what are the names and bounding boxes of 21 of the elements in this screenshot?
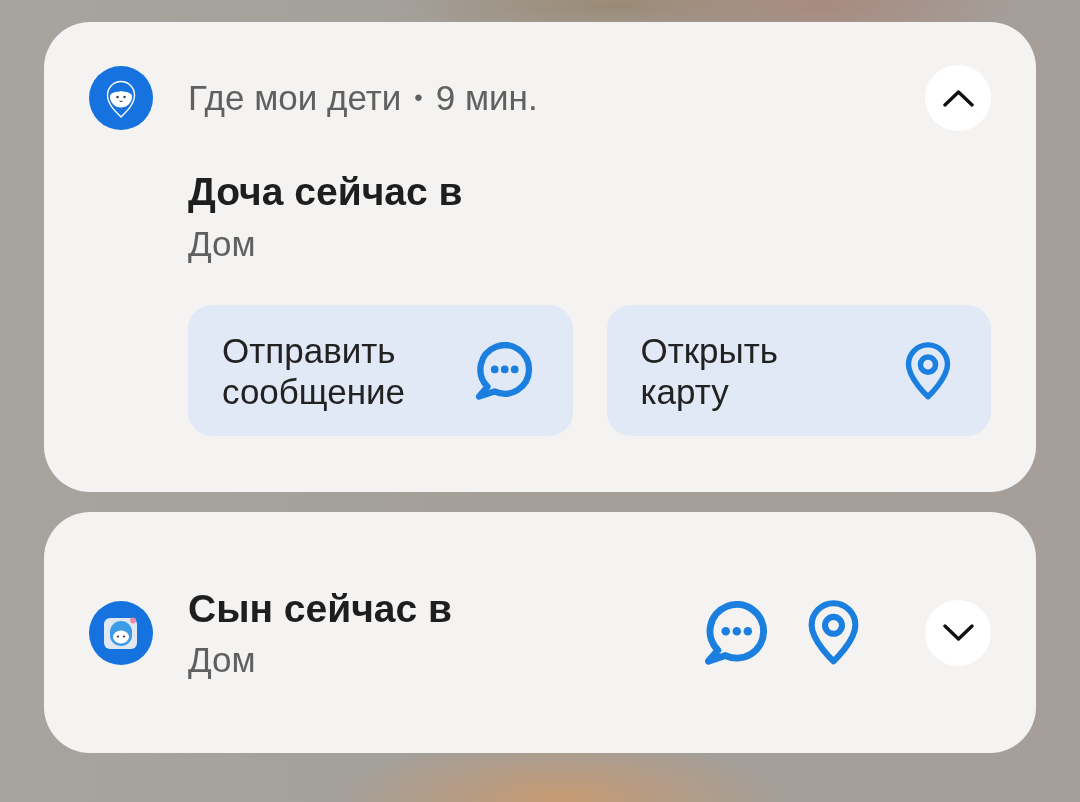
chat-bubble-icon <box>474 341 533 400</box>
map-pin-icon <box>808 600 859 665</box>
chevron-up-icon <box>942 89 974 107</box>
chevron-down-icon <box>942 624 974 641</box>
chat-bubble-icon <box>704 600 768 665</box>
notification-text: Дом <box>188 638 257 681</box>
send-message-button[interactable] <box>704 600 768 665</box>
notification-title: Сын сейчас в <box>188 585 454 632</box>
notification-card[interactable]: Сын сейчас в Дом <box>44 512 1036 753</box>
face-pin-icon <box>89 66 153 130</box>
child-face-icon <box>89 600 153 665</box>
notification-time: 9 мин. <box>435 78 538 118</box>
send-message-button[interactable]: Отправить сообщение <box>188 305 573 436</box>
map-pin-icon <box>905 341 951 400</box>
app-name: Где мои дети <box>188 78 402 118</box>
separator-dot: • <box>414 84 423 112</box>
notification-card[interactable]: Где мои дети • 9 мин. Доча сейчас в Дом Отправить сообщение Открыть карту <box>44 22 1036 492</box>
open-map-button[interactable]: Открыть карту <box>606 305 991 436</box>
notification-text: Дом <box>188 223 257 265</box>
notification-title: Доча сейчас в <box>188 169 464 215</box>
open-map-button[interactable] <box>808 600 859 665</box>
